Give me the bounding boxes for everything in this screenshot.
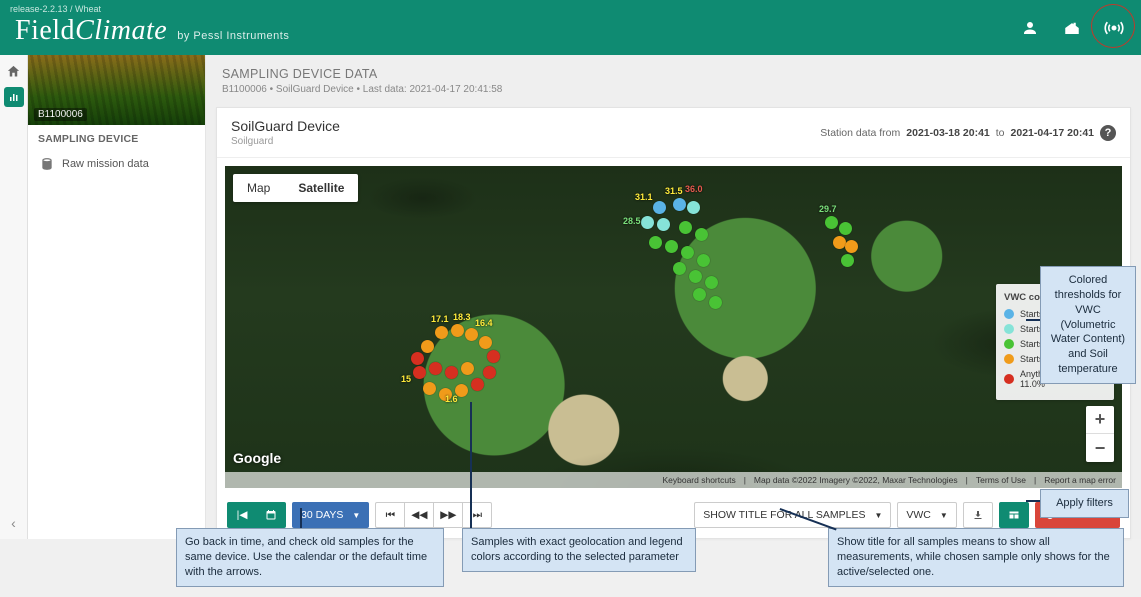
annotation-history: Go back in time, and check old samples f… <box>176 528 444 587</box>
legend-dot-icon <box>1004 374 1014 384</box>
home-icon[interactable] <box>4 61 24 81</box>
skip-first-icon: |◀ <box>237 509 248 521</box>
legend-dot-icon <box>1004 309 1014 319</box>
map-attribution: Keyboard shortcuts| Map data ©2022 Image… <box>225 472 1122 488</box>
release-label: release-2.2.13 / Wheat <box>10 4 101 14</box>
breadcrumb: B1100006 • SoilGuard Device • Last data:… <box>222 84 1125 95</box>
legend-dot-icon <box>1004 324 1014 334</box>
nav-first-button[interactable]: ⏮ <box>375 502 405 528</box>
map-type-satellite[interactable]: Satellite <box>284 174 358 202</box>
station-id-label: B1100006 <box>34 108 87 121</box>
legend-dot-icon <box>1004 354 1014 364</box>
map[interactable]: 31.1 31.5 36.0 28.5 29.7 <box>225 166 1122 488</box>
brand-logo[interactable]: FieldClimate by Pessl Instruments <box>15 15 289 47</box>
map-type-map[interactable]: Map <box>233 174 284 202</box>
database-icon <box>40 157 54 171</box>
device-subtitle: Soilguard <box>231 136 340 147</box>
show-title-dropdown[interactable]: SHOW TITLE FOR ALL SAMPLES▼ <box>694 502 891 528</box>
nav-last-button[interactable]: ⏭ <box>462 502 492 528</box>
param-dropdown[interactable]: VWC▼ <box>897 502 956 528</box>
sidebar-item-label: Raw mission data <box>62 158 149 170</box>
download-icon <box>972 509 984 521</box>
legend-dot-icon <box>1004 339 1014 349</box>
sidebar-item-raw-mission[interactable]: Raw mission data <box>28 151 205 177</box>
nav-next-button[interactable]: ▶▶ <box>433 502 463 528</box>
broadcast-icon[interactable] <box>1102 16 1126 40</box>
calendar-button[interactable] <box>256 502 286 528</box>
calendar-icon <box>265 509 277 521</box>
annotation-show-title: Show title for all samples means to show… <box>828 528 1124 587</box>
annotation-samples: Samples with exact geolocation and legen… <box>462 528 696 572</box>
help-icon[interactable]: ? <box>1100 125 1116 141</box>
date-range: Station data from 2021-03-18 20:41 to 20… <box>820 125 1116 141</box>
sidebar-heading: SAMPLING DEVICE <box>28 125 205 151</box>
farm-icon[interactable] <box>1060 16 1084 40</box>
device-card: SoilGuard Device Soilguard Station data … <box>216 107 1131 539</box>
device-name: SoilGuard Device <box>231 118 340 134</box>
google-logo: Google <box>233 450 281 466</box>
annotation-apply-filters: Apply filters <box>1040 489 1129 518</box>
zoom-control: + − <box>1086 406 1114 462</box>
annotation-thresholds: Colored thresholds for VWC (Volumetric W… <box>1040 266 1136 384</box>
main-content: SAMPLING DEVICE DATA B1100006 • SoilGuar… <box>206 55 1141 539</box>
first-button[interactable]: |◀ <box>227 502 257 528</box>
nav-prev-button[interactable]: ◀◀ <box>404 502 434 528</box>
zoom-out-button[interactable]: − <box>1086 434 1114 462</box>
sample-markers: 31.1 31.5 36.0 28.5 29.7 <box>225 166 1122 488</box>
zoom-in-button[interactable]: + <box>1086 406 1114 434</box>
download-button[interactable] <box>963 502 993 528</box>
station-thumbnail[interactable]: B1100006 <box>28 55 205 125</box>
chart-icon[interactable] <box>4 87 24 107</box>
sidebar: B1100006 SAMPLING DEVICE Raw mission dat… <box>28 55 206 539</box>
map-type-switch: Map Satellite <box>233 174 358 202</box>
top-bar: release-2.2.13 / Wheat FieldClimate by P… <box>0 0 1141 55</box>
page-title: SAMPLING DEVICE DATA <box>222 67 1125 81</box>
range-dropdown[interactable]: 30 DAYS▼ <box>292 502 369 528</box>
table-button[interactable] <box>999 502 1029 528</box>
table-icon <box>1008 509 1020 521</box>
collapse-rail-icon[interactable]: ‹ <box>11 515 16 531</box>
user-icon[interactable] <box>1018 16 1042 40</box>
nav-rail: ‹ <box>0 55 28 539</box>
